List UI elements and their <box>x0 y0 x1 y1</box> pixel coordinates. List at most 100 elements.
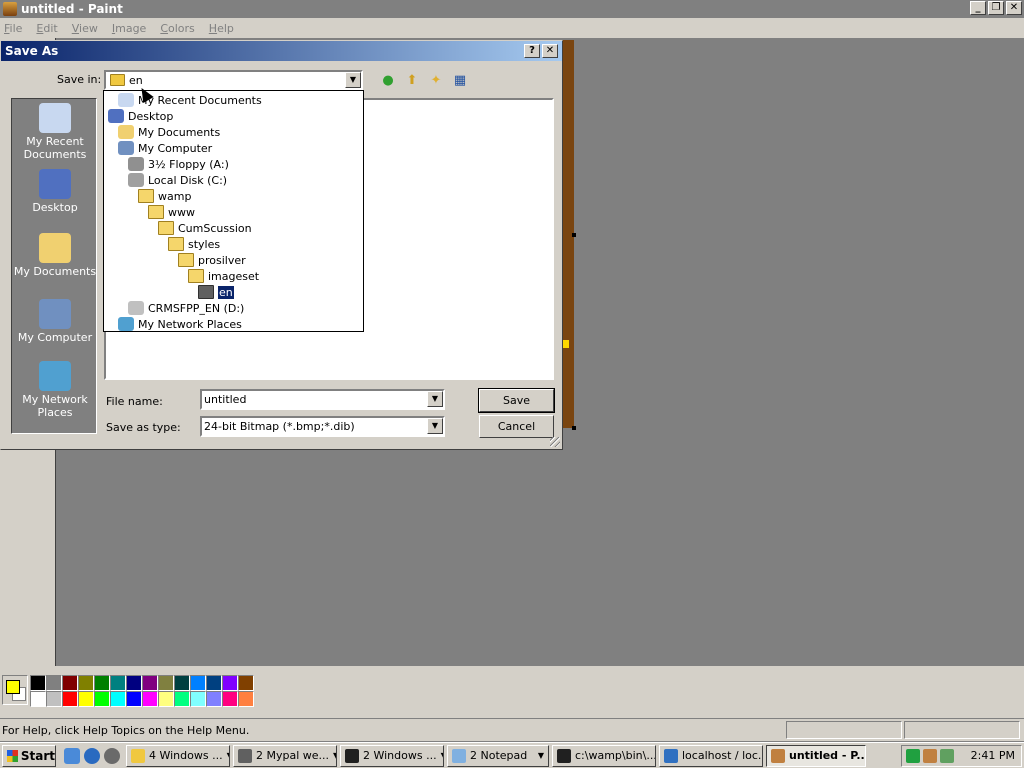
back-icon[interactable]: ● <box>379 71 397 89</box>
menu-file[interactable]: File <box>4 22 22 35</box>
my-computer-icon <box>39 299 71 329</box>
cancel-button[interactable]: Cancel <box>479 415 554 438</box>
my-documents-icon <box>39 233 71 263</box>
folder-icon <box>158 221 174 235</box>
place-desktop[interactable]: Desktop <box>12 169 98 214</box>
dropdown-item[interactable]: styles <box>168 236 220 252</box>
canvas-resize-handle-corner[interactable] <box>572 426 576 430</box>
tray-tool-icon[interactable] <box>922 748 937 763</box>
color-swatch[interactable] <box>46 691 62 707</box>
save-button[interactable]: Save <box>478 388 555 413</box>
menu-help[interactable]: Help <box>209 22 234 35</box>
color-swatch[interactable] <box>142 675 158 691</box>
dropdown-item[interactable]: en <box>198 284 234 300</box>
color-swatch[interactable] <box>222 691 238 707</box>
network-places-icon <box>118 317 134 331</box>
place-my-documents[interactable]: My Documents <box>12 233 98 278</box>
dropdown-item[interactable]: wamp <box>138 188 191 204</box>
taskbar-button[interactable]: 4 Windows ... ▼ <box>126 744 230 767</box>
chevron-down-icon[interactable]: ▼ <box>427 391 443 407</box>
cd-drive-icon <box>128 301 144 315</box>
color-swatch[interactable] <box>126 691 142 707</box>
color-swatch[interactable] <box>206 691 222 707</box>
menu-edit[interactable]: Edit <box>36 22 57 35</box>
color-swatch[interactable] <box>94 675 110 691</box>
chevron-down-icon[interactable]: ▼ <box>345 72 361 88</box>
dropdown-item[interactable]: My Computer <box>118 140 212 156</box>
color-swatch[interactable] <box>110 675 126 691</box>
minimize-button[interactable]: _ <box>970 1 986 15</box>
up-folder-icon[interactable]: ⬆ <box>403 71 421 89</box>
taskbar-button[interactable]: 2 Windows ... ▼ <box>340 744 444 767</box>
color-swatch[interactable] <box>190 691 206 707</box>
app-title-bar[interactable]: untitled - Paint _ ❐ ✕ <box>0 0 1024 18</box>
tray-app-icon[interactable] <box>905 748 920 763</box>
color-swatch[interactable] <box>78 675 94 691</box>
my-computer-icon <box>118 141 134 155</box>
close-button[interactable]: ✕ <box>1006 1 1022 15</box>
file-name-field[interactable]: untitled ▼ <box>200 389 445 410</box>
dropdown-item[interactable]: CRMSFPP_EN (D:) <box>128 300 244 316</box>
color-swatch[interactable] <box>174 691 190 707</box>
color-swatch[interactable] <box>158 691 174 707</box>
color-swatch[interactable] <box>238 675 254 691</box>
taskbar-button[interactable]: 2 Notepad ▼ <box>447 744 549 767</box>
dropdown-item-label: CRMSFPP_EN (D:) <box>148 301 245 315</box>
dropdown-item[interactable]: CumScussion <box>158 220 252 236</box>
dialog-title-bar[interactable]: Save As ? ✕ <box>1 41 562 61</box>
place-my-computer[interactable]: My Computer <box>12 299 98 344</box>
canvas-resize-handle-right[interactable] <box>572 233 576 237</box>
color-swatch[interactable] <box>126 675 142 691</box>
dropdown-item[interactable]: www <box>148 204 195 220</box>
dropdown-item[interactable]: Local Disk (C:) <box>128 172 227 188</box>
start-button[interactable]: Start <box>2 744 56 767</box>
paint-app-icon[interactable] <box>3 2 17 16</box>
browser-quick-icon[interactable] <box>84 747 100 764</box>
dropdown-item[interactable]: 3½ Floppy (A:) <box>128 156 229 172</box>
status-cell-coords <box>786 721 902 739</box>
color-swatch[interactable] <box>46 675 62 691</box>
dropdown-item[interactable]: My Documents <box>118 124 220 140</box>
menu-colors[interactable]: Colors <box>160 22 194 35</box>
views-menu-icon[interactable]: ▦ <box>451 71 469 89</box>
dialog-close-button[interactable]: ✕ <box>542 44 558 58</box>
dropdown-item[interactable]: imageset <box>188 268 259 284</box>
color-swatch[interactable] <box>30 691 46 707</box>
color-swatch[interactable] <box>206 675 222 691</box>
clock[interactable]: 2:41 PM <box>971 749 1015 762</box>
chevron-down-icon[interactable]: ▼ <box>427 418 443 434</box>
taskbar-button[interactable]: localhost / loc... <box>659 744 763 767</box>
mypal-quick-icon[interactable] <box>104 747 120 764</box>
ie-quick-icon[interactable] <box>64 747 80 764</box>
color-swatch[interactable] <box>222 675 238 691</box>
color-swatch[interactable] <box>62 691 78 707</box>
place-network-places[interactable]: My Network Places <box>12 361 98 419</box>
chevron-down-icon: ▼ <box>441 751 443 760</box>
color-swatch[interactable] <box>94 691 110 707</box>
taskbar-button[interactable]: 2 Mypal we...▼ <box>233 744 337 767</box>
taskbar-button[interactable]: c:\wamp\bin\... <box>552 744 656 767</box>
color-swatch[interactable] <box>30 675 46 691</box>
color-swatch[interactable] <box>142 691 158 707</box>
dropdown-item[interactable]: My Network Places <box>118 316 242 332</box>
restore-button[interactable]: ❐ <box>988 1 1004 15</box>
tray-network-icon[interactable] <box>939 748 954 763</box>
menu-image[interactable]: Image <box>112 22 146 35</box>
dropdown-item[interactable]: Desktop <box>108 108 173 124</box>
dropdown-item[interactable]: prosilver <box>178 252 246 268</box>
menu-view[interactable]: View <box>72 22 98 35</box>
taskbar-button[interactable]: untitled - P... <box>766 744 866 767</box>
color-swatch[interactable] <box>158 675 174 691</box>
color-swatch[interactable] <box>62 675 78 691</box>
color-swatch[interactable] <box>110 691 126 707</box>
color-swatch[interactable] <box>174 675 190 691</box>
new-folder-icon[interactable]: ✦ <box>427 71 445 89</box>
save-as-type-select[interactable]: 24-bit Bitmap (*.bmp;*.dib) ▼ <box>200 416 445 437</box>
color-swatch[interactable] <box>238 691 254 707</box>
color-swatch[interactable] <box>78 691 94 707</box>
resize-grip[interactable] <box>550 437 560 447</box>
dialog-help-button[interactable]: ? <box>524 44 540 58</box>
browser-icon <box>664 748 678 763</box>
place-recent-documents[interactable]: My Recent Documents <box>12 103 98 161</box>
color-swatch[interactable] <box>190 675 206 691</box>
